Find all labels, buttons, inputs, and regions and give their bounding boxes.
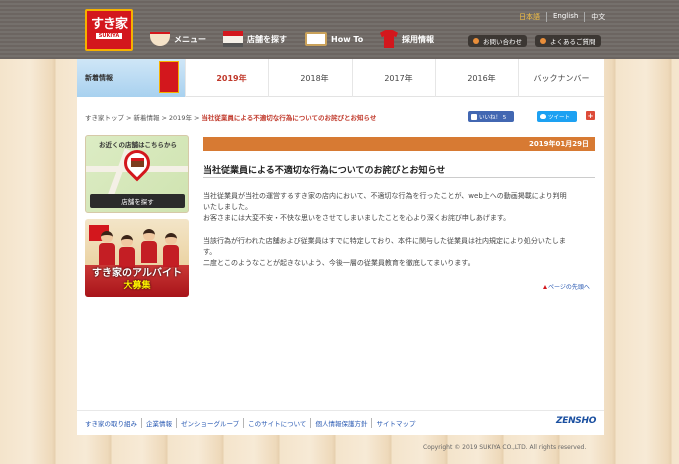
divider (203, 177, 595, 178)
footer-link-initiatives[interactable]: すき家の取り組み (85, 418, 141, 428)
breadcrumb-top[interactable]: すき家トップ (85, 114, 124, 122)
footer-links: すき家の取り組み 企業情報 ゼンショーグループ このサイトについて 個人情報保護… (85, 418, 419, 428)
staff-illustration (141, 229, 157, 263)
breadcrumb-separator: > (126, 114, 132, 122)
logo-subtext: SUKIYA (96, 33, 122, 39)
language-switcher: 日本語 English 中文 (519, 12, 611, 22)
nav-how-to[interactable]: How To (305, 30, 363, 48)
nav-menu-label: メニュー (174, 34, 206, 44)
bowl-icon (150, 32, 170, 46)
breadcrumb: すき家トップ > 新着情報 >2019年 > 当社従業員による不適切な行為についてのお詫び… (85, 112, 376, 122)
lang-japanese[interactable]: 日本語 (519, 12, 546, 22)
recruit-banner-text: すき家のアルバイト 大募集 (85, 265, 189, 297)
staff-illustration (99, 231, 115, 265)
contact-button[interactable]: お問い合わせ (468, 35, 527, 47)
arrow-up-icon (543, 285, 547, 289)
footer-link-about-site[interactable]: このサイトについて (243, 418, 310, 428)
find-store-button[interactable]: 店舗を探す (90, 194, 185, 208)
lang-english[interactable]: English (546, 12, 584, 22)
faq-button-label: よくあるご質問 (550, 38, 596, 46)
year-subnav: 新着情報 2019年 2018年 2017年 2016年 バックナンバー (77, 59, 604, 97)
article-paragraph: す。 (203, 247, 217, 256)
store-icon (223, 31, 243, 47)
main-container: 新着情報 2019年 2018年 2017年 2016年 バックナンバー すき家… (77, 59, 604, 435)
nav-recruit-label: 採用情報 (402, 34, 434, 44)
site-header: すき家 SUKIYA メニュー 店舗を探す How To 採用情報 日本語 En… (0, 0, 679, 59)
article-paragraph: お客さまには大変不安・不快な思いをさせてしまいましたことを心より深くお詫び申しあ… (203, 214, 511, 223)
tab-2018[interactable]: 2018年 (268, 59, 360, 97)
tab-back-numbers[interactable]: バックナンバー (518, 59, 604, 97)
news-section-label-text: 新着情報 (85, 74, 113, 82)
article-paragraph: 二度とこのようなことが起きないよう、今後一層の従業員教育を徹底してまいります。 (203, 259, 475, 268)
copyright: Copyright © 2019 SUKIYA CO.,LTD. All rig… (423, 444, 587, 451)
facebook-like-button[interactable]: いいね！ 5 (468, 111, 514, 122)
divider (77, 410, 604, 411)
back-to-top-label: ページの先頭へ (548, 284, 590, 291)
shop-icon (131, 158, 144, 167)
article-body: 当社従業員が当社の運営するすき家の店内において、不適切な行為を行ったことが、we… (203, 191, 595, 269)
nav-find-store[interactable]: 店舗を探す (223, 30, 287, 48)
tab-2016[interactable]: 2016年 (435, 59, 527, 97)
logo-text: すき家 (90, 17, 128, 32)
footer-link-group[interactable]: ゼンショーグループ (176, 418, 243, 428)
recruit-line-1: すき家のアルバイト (92, 268, 182, 279)
arrow-circle-icon (540, 38, 546, 44)
tab-2019[interactable]: 2019年 (185, 59, 277, 97)
footer-link-company[interactable]: 企業情報 (141, 418, 176, 428)
breadcrumb-separator: > (193, 114, 200, 122)
breadcrumb-news[interactable]: 新着情報 (133, 114, 159, 122)
tab-2017[interactable]: 2017年 (352, 59, 444, 97)
nav-recruit[interactable]: 採用情報 (380, 30, 434, 48)
article-paragraph: 当該行為が行われた店舗および従業員はすでに特定しており、本件に関与した従業員は社… (203, 236, 566, 245)
find-store-banner-title: お近くの店舗はこちらから (99, 141, 177, 149)
recruit-banner[interactable]: すき家のアルバイト 大募集 (85, 219, 189, 297)
article-date: 2019年01月29日 (203, 137, 595, 151)
breadcrumb-separator: > (161, 114, 167, 122)
article-title: 当社従業員による不適切な行為についてのお詫びとお知らせ (203, 166, 446, 176)
faq-button[interactable]: よくあるご質問 (535, 35, 601, 47)
article-paragraph: いたしました。 (203, 203, 252, 212)
facebook-like-label: いいね！ 5 (479, 114, 507, 121)
tweet-button[interactable]: ツイート (537, 111, 577, 122)
twitter-bird-icon (540, 114, 546, 119)
contact-button-label: お問い合わせ (483, 38, 522, 46)
zensho-logo[interactable]: ZENSHO (556, 416, 596, 426)
store-sign-image (159, 61, 179, 93)
back-to-top-link[interactable]: ページの先頭へ (543, 282, 590, 291)
arrow-circle-icon (473, 38, 479, 44)
staff-illustration (163, 233, 179, 267)
lang-chinese[interactable]: 中文 (584, 12, 611, 22)
article-paragraph: 当社従業員が当社の運営するすき家の店内において、不適切な行為を行ったことが、we… (203, 192, 567, 200)
tweet-label: ツイート (548, 114, 571, 121)
staff-illustration (119, 235, 135, 269)
shirt-icon (380, 30, 398, 48)
google-plus-button[interactable]: + (586, 111, 595, 120)
news-section-label: 新着情報 (77, 59, 185, 97)
find-store-banner[interactable]: お近くの店舗はこちらから 店舗を探す (85, 135, 189, 213)
breadcrumb-year[interactable]: 2019年 (169, 114, 192, 122)
sukiya-logo[interactable]: すき家 SUKIYA (85, 9, 133, 51)
nav-find-store-label: 店舗を探す (247, 34, 287, 44)
book-icon (305, 32, 327, 46)
nav-how-to-label: How To (331, 34, 364, 44)
thumbs-up-icon (471, 113, 477, 120)
nav-menu[interactable]: メニュー (150, 30, 206, 48)
footer-link-sitemap[interactable]: サイトマップ (371, 418, 419, 428)
breadcrumb-current: 当社従業員による不適切な行為についてのお詫びとお知らせ (201, 114, 377, 122)
recruit-line-2: 大募集 (123, 281, 151, 291)
footer-link-privacy[interactable]: 個人情報保護方針 (310, 418, 371, 428)
